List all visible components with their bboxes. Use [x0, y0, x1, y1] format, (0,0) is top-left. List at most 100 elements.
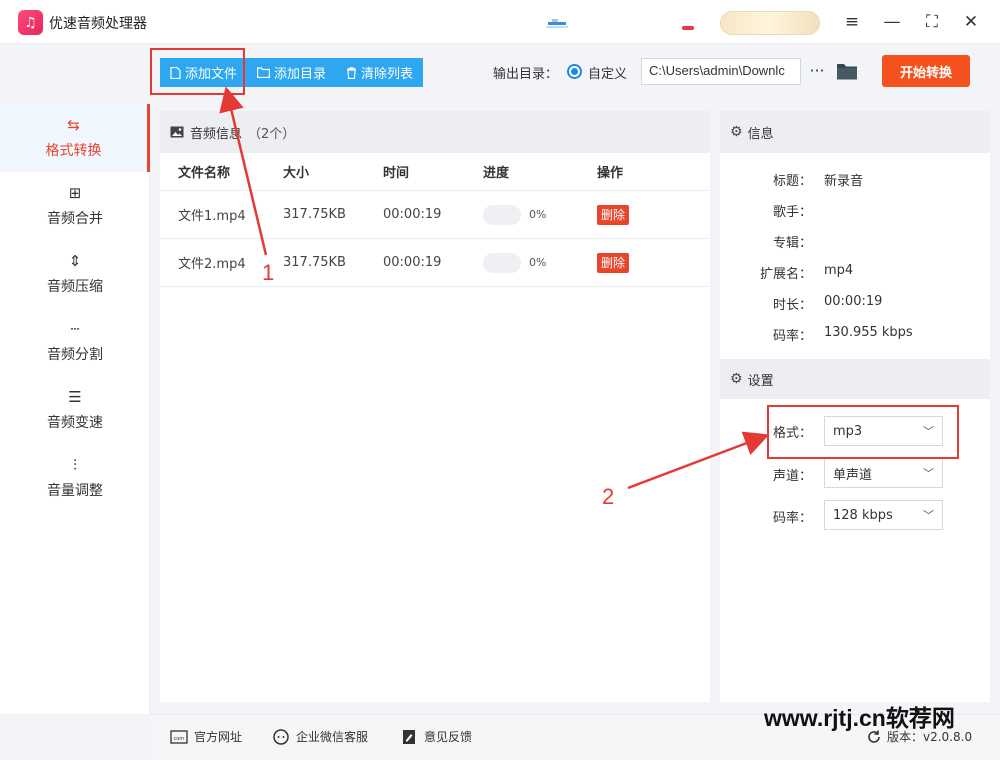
website-label: 官方网址	[194, 730, 243, 744]
table-row[interactable]: 文件1.mp4 317.75KB 00:00:19 0% 删除	[160, 191, 710, 239]
file-size: 317.75KB	[283, 255, 346, 270]
progress-percent: 0%	[529, 208, 547, 221]
sidebar-item-compress[interactable]: ⇕ 音频压缩	[0, 240, 150, 308]
file-size: 317.75KB	[283, 207, 346, 222]
channel-label: 声道：	[772, 469, 812, 484]
custom-radio-label[interactable]: 自定义	[588, 63, 627, 82]
progress-bar	[483, 204, 521, 225]
image-icon	[170, 126, 184, 138]
table-row[interactable]: 文件2.mp4 317.75KB 00:00:19 0% 删除	[160, 239, 710, 287]
file-count: （2个）	[248, 126, 296, 142]
close-icon[interactable]: ✕	[959, 10, 983, 34]
col-name: 文件名称	[178, 166, 231, 181]
info-row-album: 专辑：	[720, 232, 990, 252]
col-action: 操作	[597, 166, 624, 181]
more-button[interactable]: ···	[806, 57, 828, 83]
sidebar-item-split[interactable]: ┄ 音频分割	[0, 308, 150, 376]
sidebar-item-label: 格式转换	[45, 143, 102, 159]
col-size: 大小	[283, 166, 310, 181]
wechat-support-link[interactable]: 企业微信客服	[272, 728, 368, 745]
promo-mark	[682, 26, 694, 30]
ship-icon	[546, 19, 568, 28]
chevron-down-icon: ﹀	[923, 509, 934, 522]
info-row-extension: 扩展名： mp4	[720, 263, 990, 283]
folder-icon[interactable]	[836, 61, 858, 81]
file-time: 00:00:19	[383, 207, 442, 222]
chat-icon	[273, 728, 289, 745]
file-name: 文件2.mp4	[178, 257, 246, 272]
start-convert-button[interactable]: 开始转换	[882, 55, 970, 87]
file-action: 删除	[579, 253, 679, 273]
sidebar-item-label: 音量调整	[47, 483, 103, 499]
sidebar: ⇆ 格式转换 ⊞ 音频合并 ⇕ 音频压缩 ┄ 音频分割 ☰ 音频变速 ⫶ 音量调…	[0, 104, 150, 714]
clear-list-button[interactable]: 清除列表	[336, 58, 424, 87]
info-title: 信息	[747, 126, 774, 142]
sidebar-item-merge[interactable]: ⊞ 音频合并	[0, 172, 150, 240]
custom-radio[interactable]	[567, 64, 582, 79]
sidebar-item-volume[interactable]: ⫶ 音量调整	[0, 444, 150, 512]
channel-value: 单声道	[833, 467, 873, 483]
info-value: 130.955 kbps	[824, 325, 913, 340]
app-logo-icon: ♫	[18, 10, 43, 35]
bitrate-label: 码率：	[772, 511, 812, 526]
feedback-link[interactable]: 意见反馈	[400, 728, 472, 745]
website-link[interactable]: com 官方网址	[170, 728, 242, 745]
sidebar-item-label: 音频变速	[47, 415, 103, 431]
sidebar-item-label: 音频合并	[47, 211, 103, 227]
feedback-label: 意见反馈	[424, 730, 473, 744]
settings-header: ⚙ 设置	[720, 359, 990, 399]
info-value: mp4	[824, 263, 854, 278]
sidebar-item-label: 音频压缩	[47, 279, 103, 295]
channel-select[interactable]: 单声道 ﹀	[824, 458, 943, 488]
info-key: 歌手：	[772, 205, 812, 220]
chevron-down-icon: ﹀	[923, 467, 934, 480]
info-row-bitrate: 码率： 130.955 kbps	[720, 325, 990, 345]
progress-percent: 0%	[529, 256, 547, 269]
convert-icon: ⇆	[67, 116, 80, 134]
info-value: 新录音	[824, 174, 864, 189]
settings-title: 设置	[747, 373, 774, 389]
file-time: 00:00:19	[383, 255, 442, 270]
add-folder-label: 添加目录	[274, 67, 327, 82]
wechat-support-label: 企业微信客服	[296, 730, 369, 744]
sidebar-item-format-convert[interactable]: ⇆ 格式转换	[0, 104, 150, 172]
info-row-title: 标题： 新录音	[720, 170, 990, 190]
add-folder-button[interactable]: 添加目录	[247, 58, 337, 87]
col-progress: 进度	[483, 166, 510, 181]
app-title: 优速音频处理器	[49, 16, 147, 32]
delete-button[interactable]: 删除	[597, 253, 630, 273]
gear-icon: ⚙	[730, 371, 743, 387]
gear-icon: ⚙	[730, 124, 743, 140]
output-path-input[interactable]: C:\Users\admin\Downlc	[641, 58, 801, 85]
compress-icon: ⇕	[68, 252, 82, 270]
annotation-number-1: 1	[262, 260, 275, 285]
promo-banner[interactable]	[720, 11, 820, 35]
info-key: 码率：	[772, 329, 812, 344]
bitrate-select[interactable]: 128 kbps ﹀	[824, 500, 943, 530]
sidebar-item-label: 音频分割	[47, 347, 103, 363]
info-key: 时长：	[772, 298, 812, 313]
output-dir-label: 输出目录：	[493, 67, 559, 82]
file-list-header: 音频信息 （2个）	[160, 111, 710, 153]
clear-list-label: 清除列表	[361, 67, 414, 82]
file-name: 文件1.mp4	[178, 209, 246, 224]
bitrate-value: 128 kbps	[833, 507, 893, 523]
split-icon: ┄	[70, 320, 80, 338]
menu-icon[interactable]: ≡	[840, 10, 864, 34]
sidebar-item-speed[interactable]: ☰ 音频变速	[0, 376, 150, 444]
file-progress: 0%	[465, 252, 579, 273]
maximize-icon[interactable]: ⛶	[920, 10, 944, 34]
progress-bar	[483, 252, 521, 273]
volume-sliders-icon: ⫶	[73, 456, 77, 474]
file-progress: 0%	[465, 204, 579, 225]
col-time: 时间	[383, 166, 410, 181]
info-key: 专辑：	[772, 236, 812, 251]
delete-button[interactable]: 删除	[597, 205, 630, 225]
trash-icon	[347, 66, 357, 79]
info-row-artist: 歌手：	[720, 201, 990, 221]
merge-icon: ⊞	[68, 184, 82, 202]
watermark: www.rjtj.cn软荐网	[764, 705, 955, 731]
minimize-icon[interactable]: —	[880, 10, 904, 34]
website-icon: com	[170, 729, 188, 744]
info-value: 00:00:19	[824, 294, 883, 309]
